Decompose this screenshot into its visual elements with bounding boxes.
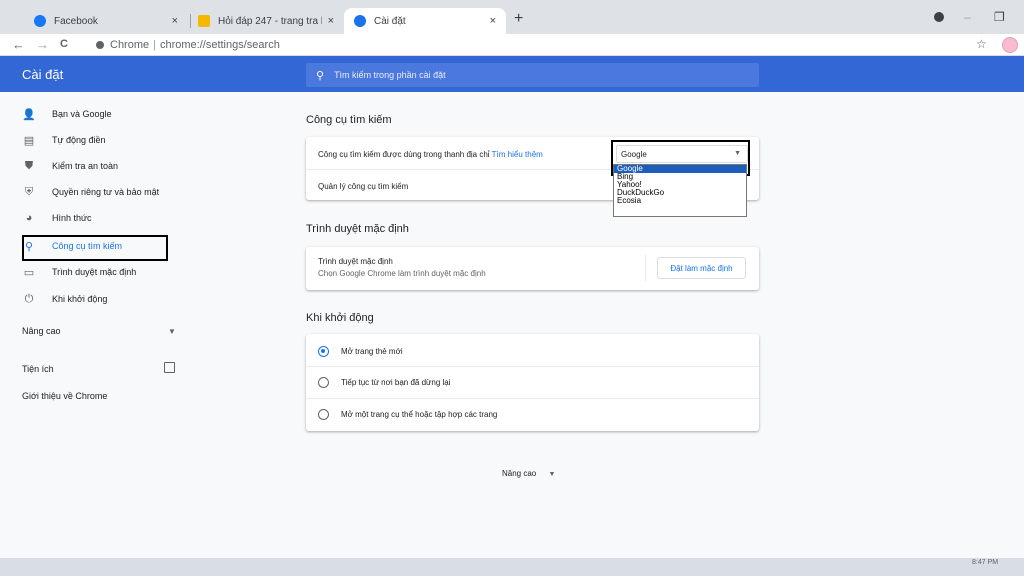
search-engine-dropdown: Google Bing Yahoo! DuckDuckGo Ecosia (613, 164, 747, 217)
sidebar-advanced[interactable]: Nâng cao (22, 326, 61, 336)
sidebar-item-label: Hình thức (52, 213, 92, 223)
tab-title: Facebook (54, 15, 98, 27)
new-tab-button[interactable]: + (514, 10, 523, 28)
sidebar-item-appearance[interactable]: ◕ Hình thức (22, 208, 92, 228)
shield-check-icon: ⛊ (24, 159, 34, 172)
divider (306, 366, 759, 367)
highlight-box (22, 235, 168, 261)
tab-close-icon[interactable]: × (328, 15, 334, 27)
on-startup-card: Mở trang thẻ mới Tiếp tục từ nơi bạn đã … (306, 334, 759, 431)
search-engine-text: Công cụ tìm kiếm được dùng trong thanh đ… (318, 150, 490, 159)
search-icon: ⚲ (316, 69, 325, 82)
chevron-down-icon[interactable]: ▼ (168, 327, 176, 336)
settings-header: Cài đặt ⚲ Tìm kiếm trong phần cài đặt (0, 56, 1024, 92)
incognito-icon[interactable] (934, 12, 944, 22)
dropdown-option[interactable]: Google (614, 165, 746, 173)
section-title-search-engine: Công cụ tìm kiếm (306, 114, 392, 126)
divider (306, 398, 759, 399)
profile-avatar[interactable] (1002, 37, 1018, 53)
site-label: Chrome (110, 39, 150, 51)
tab-title: Hỏi đáp 247 - trang tra lời (218, 15, 322, 27)
chevron-down-icon: ▼ (548, 471, 556, 478)
tab-settings[interactable]: Cài đặt × (344, 8, 506, 34)
startup-option-specific-pages[interactable]: Mở một trang cụ thể hoặc tập hợp các tra… (318, 407, 497, 421)
dropdown-option[interactable]: Ecosia (614, 197, 746, 205)
learn-more-link[interactable]: Tìm hiểu thêm (492, 150, 543, 159)
tab-close-icon[interactable]: × (172, 15, 178, 27)
forward-button[interactable]: → (36, 37, 49, 52)
tab-facebook[interactable]: Facebook × (24, 8, 188, 34)
person-icon: 👤 (22, 108, 36, 121)
sidebar-item-autofill[interactable]: ▤ Tự động điền (22, 130, 106, 150)
sidebar-about-chrome[interactable]: Giới thiệu về Chrome (22, 391, 107, 401)
sidebar-item-label: Quyền riêng tư và bảo mật (52, 187, 160, 197)
default-browser-subtitle: Chọn Google Chrome làm trình duyệt mặc đ… (318, 269, 486, 278)
taskbar: 8:47 PM (0, 558, 1024, 576)
radio-label: Tiếp tục từ nơi bạn đã dừng lại (341, 377, 451, 387)
search-placeholder: Tìm kiếm trong phần cài đặt (334, 70, 446, 80)
sidebar-item-default-browser[interactable]: ▭ Trình duyệt mặc định (22, 262, 136, 282)
address-bar[interactable]: Chrome | chrome://settings/search (96, 36, 280, 54)
section-title-on-startup: Khi khởi động (306, 312, 374, 324)
sidebar-item-privacy[interactable]: ⛨ Quyền riêng tư và bảo mật (22, 182, 159, 202)
tab-strip: Facebook × Hỏi đáp 247 - trang tra lời ×… (0, 0, 1024, 34)
search-engine-row-label: Công cụ tìm kiếm được dùng trong thanh đ… (318, 150, 543, 159)
facebook-icon (34, 15, 46, 27)
tab-close-icon[interactable]: × (490, 15, 496, 27)
tab-hoidap[interactable]: Hỏi đáp 247 - trang tra lời × (188, 8, 344, 34)
startup-option-continue[interactable]: Tiếp tục từ nơi bạn đã dừng lại (318, 375, 451, 389)
manage-search-engines[interactable]: Quản lý công cụ tìm kiếm (318, 182, 408, 191)
sidebar-item-label: Kiểm tra an toàn (52, 161, 119, 171)
chrome-icon (96, 41, 104, 49)
sidebar-item-label: Tự động điền (52, 135, 106, 145)
settings-search-input[interactable]: ⚲ Tìm kiếm trong phần cài đặt (306, 63, 759, 87)
url-text: chrome://settings/search (159, 39, 280, 51)
open-in-new-icon[interactable] (164, 362, 175, 373)
radio-label: Mở một trang cụ thể hoặc tập hợp các tra… (341, 409, 498, 419)
section-title-default-browser: Trình duyệt mặc định (306, 223, 409, 235)
shield-icon: ⛨ (24, 185, 34, 198)
page-title: Cài đặt (22, 67, 64, 82)
url-separator: | (153, 39, 156, 51)
palette-icon: ◕ (25, 212, 33, 224)
radio-button[interactable] (318, 408, 329, 420)
sidebar-item-on-startup[interactable]: ⏻ Khi khởi động (22, 289, 108, 309)
maximize-button[interactable]: ❐ (994, 10, 1005, 24)
advanced-label: Nâng cao (502, 469, 537, 478)
browser-icon: ▭ (23, 266, 35, 279)
default-browser-card: Trình duyệt mặc định Chọn Google Chrome … (306, 247, 759, 290)
sidebar-item-safety-check[interactable]: ⛊ Kiểm tra an toàn (22, 156, 118, 176)
sidebar-item-label: Trình duyệt mặc định (52, 267, 137, 277)
clock: 8:47 PM (972, 559, 999, 566)
back-button[interactable]: ← (12, 37, 25, 52)
gear-icon (354, 15, 366, 27)
browser-toolbar: ← → C Chrome | chrome://settings/search … (0, 34, 1024, 56)
sidebar-item-you-and-google[interactable]: 👤 Bạn và Google (22, 104, 112, 124)
clipboard-icon: ▤ (23, 134, 35, 147)
radio-label: Mở trang thẻ mới (341, 346, 403, 356)
power-icon: ⏻ (24, 292, 34, 305)
default-browser-title: Trình duyệt mặc định (318, 257, 393, 266)
reload-button[interactable]: C (60, 38, 68, 50)
sidebar-extensions[interactable]: Tiện ích (22, 364, 54, 374)
startup-option-new-tab[interactable]: Mở trang thẻ mới (318, 344, 403, 358)
radio-button[interactable] (318, 376, 329, 388)
minimize-button[interactable]: – (964, 10, 971, 24)
sidebar-item-label: Khi khởi động (52, 294, 108, 304)
bookmark-star-icon[interactable]: ☆ (976, 37, 987, 51)
tab-title: Cài đặt (374, 15, 406, 27)
sidebar-item-label: Bạn và Google (52, 109, 112, 119)
hoidap-icon (198, 15, 210, 27)
advanced-toggle[interactable]: Nâng cao ▼ (502, 469, 555, 478)
radio-button[interactable] (318, 345, 329, 357)
make-default-button[interactable]: Đặt làm mặc định (657, 257, 746, 279)
divider (645, 255, 646, 281)
